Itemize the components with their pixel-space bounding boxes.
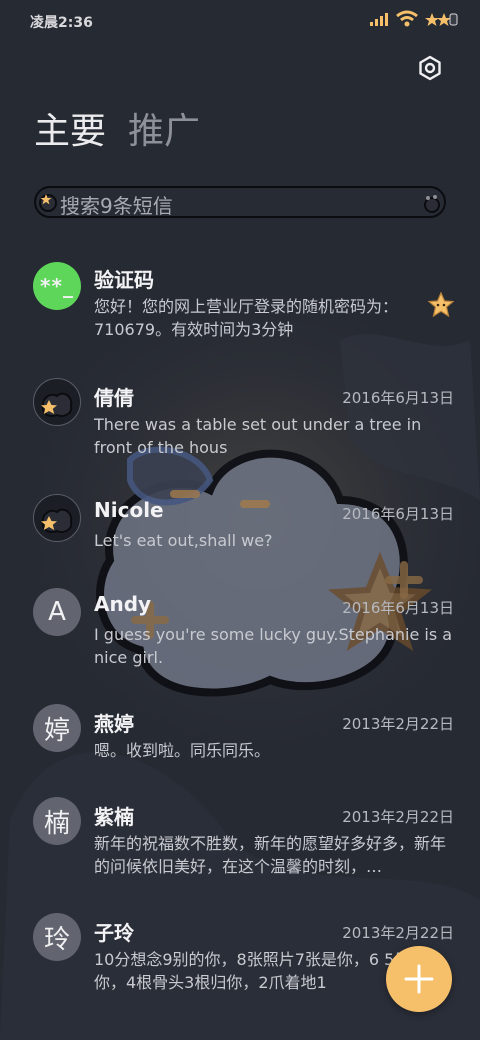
message-preview: 您好！您的网上营业厅登录的随机密码为：710679。有效时间为3分钟 [94, 297, 399, 339]
message-preview: 嗯。收到啦。同乐同乐。 [94, 741, 271, 760]
wifi-icon [396, 10, 418, 27]
message-preview: 新年的祝福数不胜数，新年的愿望好多好多，新年的问候依旧美好，在这个温馨的时刻，… [94, 834, 447, 876]
conversation-item[interactable]: A Andy 2016年6月13日 I guess you're some lu… [0, 588, 480, 680]
sender-name: Andy [94, 592, 152, 616]
settings-button[interactable] [416, 54, 444, 82]
cartoon-avatar-icon [41, 392, 73, 418]
message-date: 2013年2月22日 [342, 808, 454, 826]
tab-main[interactable]: 主要 [34, 108, 106, 156]
avatar: 婷 [33, 704, 81, 752]
message-date: 2013年2月22日 [342, 715, 454, 733]
settings-icon [419, 55, 441, 81]
avatar: **_ [33, 262, 81, 310]
avatar: 楠 [33, 797, 81, 845]
avatar [33, 378, 81, 426]
sender-name: 紫楠 [94, 805, 134, 829]
search-bar[interactable]: 搜索9条短信 [34, 186, 446, 218]
cartoon-avatar-icon [41, 508, 73, 534]
sender-name: 验证码 [94, 268, 154, 292]
conversation-item[interactable]: 楠 紫楠 2013年2月22日 新年的祝福数不胜数，新年的愿望好多好多，新年的问… [0, 797, 480, 889]
compose-button[interactable] [386, 946, 452, 1012]
avatar [33, 494, 81, 542]
status-bar: 凌晨2:36 [0, 0, 480, 40]
conversation-item[interactable]: 婷 燕婷 2013年2月22日 嗯。收到啦。同乐同乐。 [0, 704, 480, 770]
messages-screen: 凌晨2:36 主要 推广 搜索9条短信 **_ 验证码 您好！您的网上营业厅登录… [0, 0, 480, 1040]
status-icons [370, 10, 458, 28]
sender-name: Nicole [94, 498, 164, 522]
plus-icon [404, 964, 434, 994]
paw-icon [424, 195, 440, 213]
search-icon [39, 194, 57, 212]
battery-icon [425, 13, 458, 26]
message-date: 2016年6月13日 [342, 389, 454, 407]
conversation-item[interactable]: **_ 验证码 您好！您的网上营业厅登录的随机密码为：710679。有效时间为3… [0, 262, 480, 352]
search-input[interactable]: 搜索9条短信 [60, 190, 173, 219]
tab-bar: 主要 推广 [34, 108, 200, 156]
star-icon [428, 292, 454, 318]
sender-name: 倩倩 [94, 386, 134, 410]
signal-icon [370, 13, 388, 26]
message-preview: I guess you're some lucky guy.Stephanie … [94, 625, 453, 667]
sender-name: 子玲 [94, 921, 134, 945]
avatar: A [33, 588, 81, 636]
sender-name: 燕婷 [94, 712, 134, 736]
conversation-item[interactable]: 倩倩 2016年6月13日 There was a table set out … [0, 378, 480, 470]
message-date: 2016年6月13日 [342, 505, 454, 523]
message-preview: There was a table set out under a tree i… [94, 415, 422, 457]
message-date: 2013年2月22日 [342, 924, 454, 942]
status-time: 凌晨2:36 [30, 15, 93, 31]
message-date: 2016年6月13日 [342, 599, 454, 617]
tab-promotions[interactable]: 推广 [128, 108, 200, 156]
message-preview: Let's eat out,shall we? [94, 531, 273, 550]
conversation-item[interactable]: Nicole 2016年6月13日 Let's eat out,shall we… [0, 494, 480, 560]
avatar: 玲 [33, 913, 81, 961]
